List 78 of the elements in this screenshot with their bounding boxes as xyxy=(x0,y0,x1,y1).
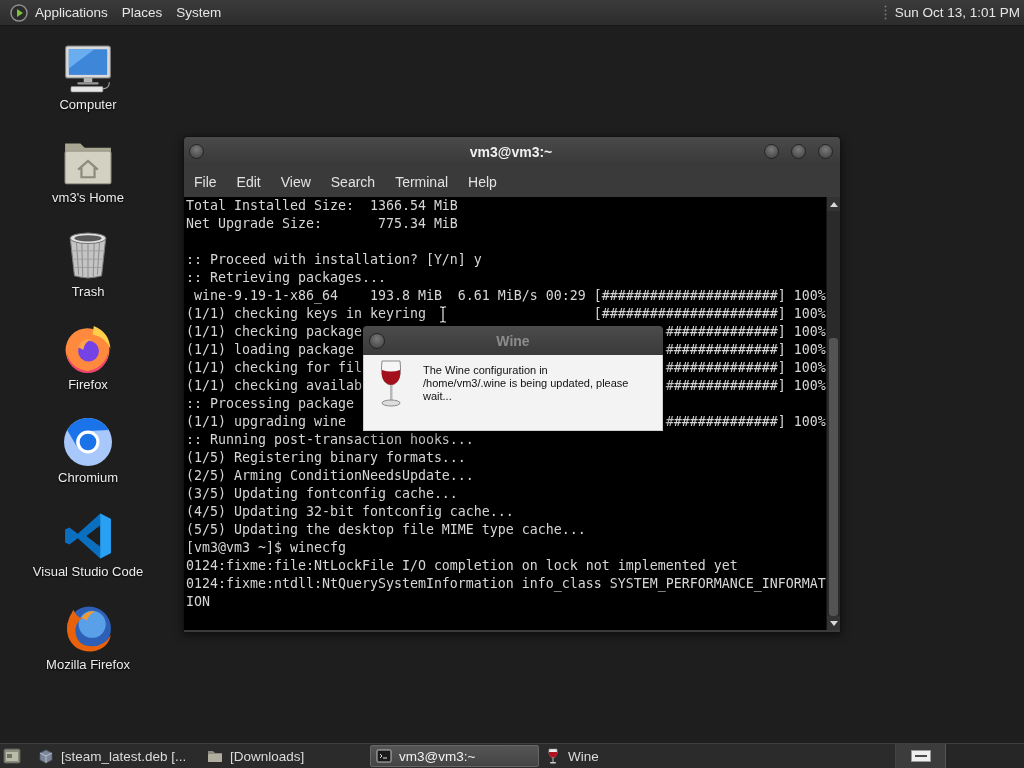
menu-item[interactable]: File xyxy=(184,169,227,194)
progress-text: [######################] 100% xyxy=(593,305,826,323)
archive-box-icon xyxy=(38,748,54,764)
show-desktop-icon[interactable] xyxy=(3,748,21,764)
terminal-line: (4/5) Updating 32-bit fontconfig cache... xyxy=(186,503,514,521)
dialog-message: The Wine configuration in /home/vm3/.wine is being updated, please wait... xyxy=(423,364,630,403)
wine-glass-icon xyxy=(545,748,561,764)
menu-item[interactable]: Help xyxy=(458,169,507,194)
desktop-icon-label[interactable]: Firefox xyxy=(68,377,108,393)
title-bar-button[interactable] xyxy=(189,144,204,159)
scrollbar[interactable] xyxy=(826,197,840,630)
panel-menu-item[interactable]: System xyxy=(169,3,229,22)
terminal-line: 0124:fixme:ntdll:NtQuerySystemInformation info_class SYSTEM_PERFORMANCE_INFORMAT xyxy=(186,575,826,593)
taskbar-button[interactable]: vm3@vm3:~ xyxy=(370,745,539,767)
terminal-line: (2/5) Arming ConditionNeedsUpdate... xyxy=(186,467,474,485)
terminal-line: :: Running post-transaction hooks... xyxy=(186,431,474,449)
down-triangle-icon xyxy=(829,620,838,626)
desktop-icon-label[interactable]: Visual Studio Code xyxy=(32,563,144,580)
folder-icon xyxy=(207,748,223,764)
menu-item[interactable]: Search xyxy=(320,169,386,194)
scroll-up-button[interactable] xyxy=(827,197,840,211)
scroll-down-button[interactable] xyxy=(827,616,840,630)
menu-item[interactable]: Terminal xyxy=(385,169,459,194)
progress-text: ##############] 100% xyxy=(665,341,826,359)
ribbon-logo-icon[interactable] xyxy=(64,511,112,560)
desktop-icon-label[interactable]: Trash xyxy=(71,283,105,300)
up-triangle-icon xyxy=(829,201,838,207)
progress-text: ##############] 100% xyxy=(665,377,826,395)
window-title: vm3@vm3:~ xyxy=(469,143,553,160)
i-beam-cursor-icon xyxy=(439,306,447,323)
terminal-line: :: Proceed with installation? [Y/n] y xyxy=(186,251,482,269)
scrollbar-thumb[interactable] xyxy=(829,338,838,616)
desktop-icon-label[interactable]: Mozilla Firefox xyxy=(46,656,130,673)
terminal-line: Net Upgrade Size: 775.34 MiB xyxy=(186,215,458,233)
terminal-line: (1/1) loading package xyxy=(186,341,354,359)
desktop-icon-label[interactable]: vm3's Home xyxy=(52,190,124,207)
desktop-icon-label[interactable]: Chromium xyxy=(58,470,118,487)
taskbar-button[interactable]: [steam_latest.deb [... xyxy=(32,745,201,767)
monitor-icon[interactable] xyxy=(64,45,112,93)
terminal-line: (3/5) Updating fontconfig cache... xyxy=(186,485,458,503)
terminal-line: (5/5) Updating the desktop file MIME type cache... xyxy=(186,521,586,539)
clock[interactable]: Sun Oct 13, 1:01 PM xyxy=(894,5,1020,20)
terminal-icon xyxy=(376,748,392,764)
terminal-line: ION xyxy=(186,593,210,611)
title-bar-button[interactable] xyxy=(764,144,779,159)
workspace-button[interactable] xyxy=(896,744,946,768)
taskbar-button[interactable]: Wine xyxy=(539,745,708,767)
menu-item[interactable]: Edit xyxy=(226,169,271,194)
progress-text: ##############] 100% xyxy=(665,359,826,377)
terminal-line: Total Installed Size: 1366.54 MiB xyxy=(186,197,458,215)
terminal-line: 0124:fixme:file:NtLockFile I/O completion on lock not implemented yet xyxy=(186,557,738,575)
terminal-line: wine-9.19-1-x86_64 193.8 MiB 6.61 MiB/s 00:29 [######################] 100% xyxy=(193,287,826,305)
terminal-line: (1/1) checking for fil xyxy=(186,359,362,377)
progress-text: ##############] 100% xyxy=(665,413,826,431)
dialog-title: Wine xyxy=(495,332,531,349)
window-thumbnail-icon xyxy=(910,750,931,762)
progress-text: ##############] 100% xyxy=(665,323,826,341)
panel-menu-item[interactable]: Applications xyxy=(28,3,115,22)
desktop-icon-label[interactable]: Computer xyxy=(59,97,117,113)
taskbar-button[interactable]: [Downloads] xyxy=(201,745,370,767)
terminal-line: (1/1) upgrading wine xyxy=(186,413,346,431)
terminal-line: [vm3@vm3 ~]$ winecfg xyxy=(186,539,346,557)
wine-glass-icon xyxy=(379,360,403,407)
terminal-line: (1/1) checking keys in keyring xyxy=(186,305,426,323)
terminal-line: (1/1) checking package xyxy=(186,323,362,341)
title-bar-button[interactable] xyxy=(369,332,385,349)
play-logo-icon[interactable] xyxy=(10,3,28,22)
terminal-line: (1/1) checking availab xyxy=(186,377,362,395)
title-bar-button[interactable] xyxy=(818,144,833,159)
panel-menu-item[interactable]: Places xyxy=(114,3,170,22)
menu-item[interactable]: View xyxy=(270,169,321,194)
terminal-line: :: Processing package xyxy=(186,395,354,413)
fox-globe-icon[interactable] xyxy=(64,604,112,653)
terminal-line: (1/5) Registering binary formats... xyxy=(186,449,466,467)
fox-globe-icon[interactable] xyxy=(64,325,112,373)
terminal-line: :: Retrieving packages... xyxy=(186,269,386,287)
title-bar-button[interactable] xyxy=(791,144,806,159)
ring-logo-icon[interactable] xyxy=(64,418,112,467)
